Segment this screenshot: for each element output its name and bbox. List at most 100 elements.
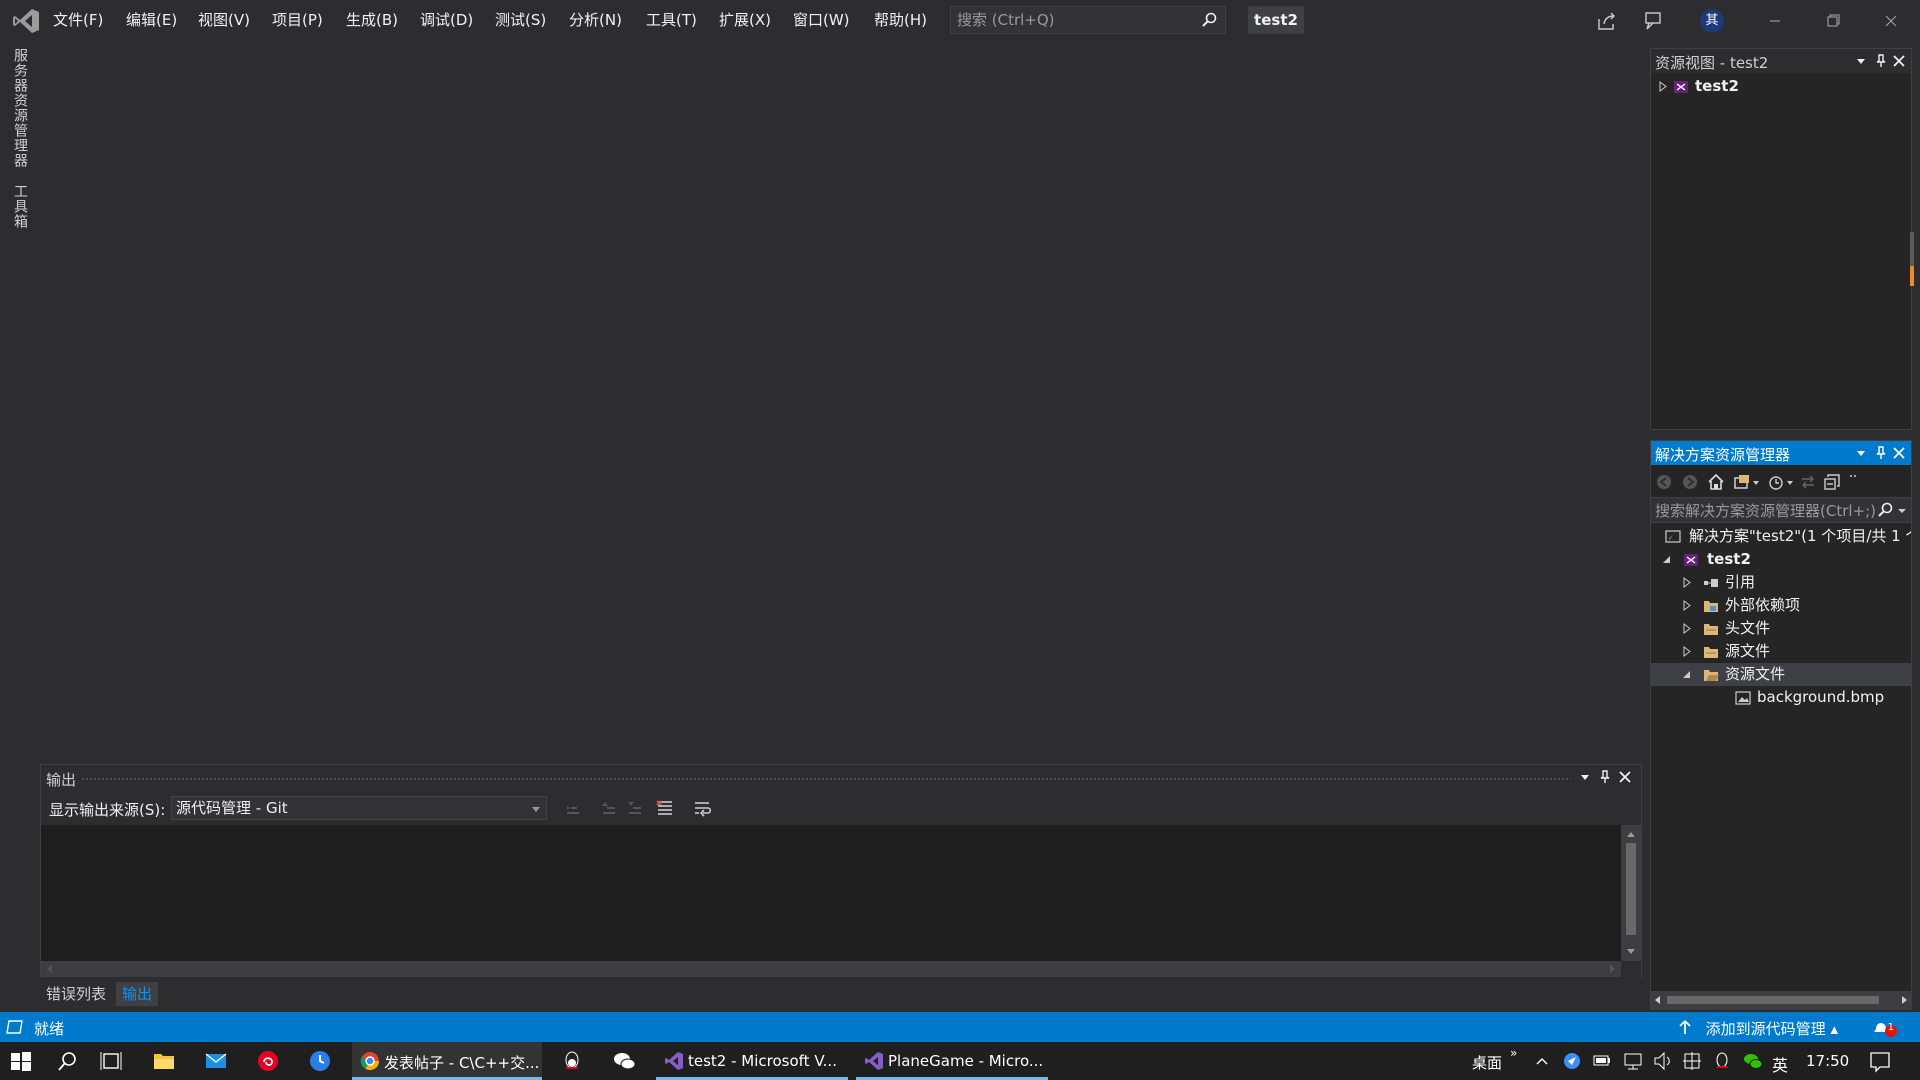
menu-project[interactable]: 项目(P)	[272, 9, 323, 30]
tree-item-resource-files[interactable]: 资源文件	[1651, 663, 1911, 686]
window-position-dropdown-icon[interactable]	[1853, 445, 1869, 461]
tab-output[interactable]: 输出	[116, 982, 159, 1006]
window-position-dropdown-icon[interactable]	[1577, 769, 1593, 785]
scroll-thumb[interactable]	[1626, 843, 1636, 935]
tree-item-source-files[interactable]: 源文件	[1651, 640, 1911, 663]
scroll-right-icon[interactable]	[1897, 991, 1911, 1009]
chevron-up-icon[interactable]	[1534, 1042, 1550, 1080]
go-to-line-icon[interactable]	[563, 798, 583, 818]
qq-icon[interactable]	[560, 1042, 584, 1080]
chevron-down-icon[interactable]	[1785, 473, 1795, 491]
search-input[interactable]	[1655, 502, 1877, 520]
switch-views-icon[interactable]	[1733, 473, 1751, 491]
collapse-all-icon[interactable]	[1823, 473, 1841, 491]
search-icon[interactable]	[1201, 12, 1217, 28]
menu-view[interactable]: 视图(V)	[198, 9, 250, 30]
chevron-down-icon[interactable]	[1897, 506, 1907, 516]
chevron-down-icon[interactable]	[1751, 473, 1761, 491]
close-icon[interactable]	[1891, 445, 1907, 461]
close-icon[interactable]	[1617, 769, 1633, 785]
menu-extensions[interactable]: 扩展(X)	[719, 9, 771, 30]
feedback-icon[interactable]	[1642, 10, 1664, 32]
pending-changes-filter-icon[interactable]	[1767, 473, 1785, 491]
live-share-icon[interactable]	[1596, 10, 1618, 32]
pin-icon[interactable]	[1597, 769, 1613, 785]
minimize-icon[interactable]	[1752, 0, 1798, 42]
pin-icon[interactable]	[1873, 53, 1889, 69]
menu-file[interactable]: 文件(F)	[53, 9, 103, 30]
window-position-dropdown-icon[interactable]	[1853, 53, 1869, 69]
file-explorer-icon[interactable]	[152, 1042, 176, 1080]
tree-item-background-bmp[interactable]: background.bmp	[1651, 686, 1911, 709]
sync-active-document-icon[interactable]	[1799, 473, 1817, 491]
scroll-left-icon[interactable]	[1651, 991, 1665, 1009]
windows-start-icon[interactable]	[10, 1042, 32, 1080]
resource-tree-item[interactable]: test2	[1651, 75, 1911, 98]
output-vertical-scrollbar[interactable]	[1621, 825, 1641, 961]
menu-tools[interactable]: 工具(T)	[646, 9, 697, 30]
back-icon[interactable]	[1655, 473, 1673, 491]
menu-test[interactable]: 测试(S)	[495, 9, 546, 30]
desktop-toolbar-label[interactable]: 桌面	[1472, 1052, 1502, 1073]
home-icon[interactable]	[1707, 473, 1725, 491]
solution-explorer-horizontal-scrollbar[interactable]	[1651, 991, 1911, 1009]
output-source-dropdown[interactable]: 源代码管理 - Git	[171, 796, 547, 820]
output-horizontal-scrollbar[interactable]	[41, 961, 1621, 977]
tab-error-list[interactable]: 错误列表	[40, 982, 112, 1006]
search-icon[interactable]	[56, 1042, 78, 1080]
scroll-right-icon[interactable]	[1605, 961, 1619, 977]
editor-area[interactable]	[40, 42, 1650, 764]
clock-app-icon[interactable]	[308, 1042, 332, 1080]
qq-tray-icon[interactable]	[1712, 1042, 1732, 1080]
menu-window[interactable]: 窗口(W)	[793, 9, 850, 30]
settings-tray-icon[interactable]	[1682, 1042, 1702, 1080]
network-icon[interactable]	[1622, 1042, 1644, 1080]
tree-item-external-deps[interactable]: 外部依赖项	[1651, 594, 1911, 617]
scroll-down-icon[interactable]	[1621, 945, 1641, 959]
notifications-icon[interactable]	[1872, 1016, 1898, 1038]
output-text-area[interactable]	[41, 825, 1621, 961]
volume-icon[interactable]	[1652, 1042, 1674, 1080]
pin-icon[interactable]	[1873, 445, 1889, 461]
taskbar-chrome[interactable]: 发表帖子 - C\C++交...	[352, 1042, 542, 1080]
menu-debug[interactable]: 调试(D)	[420, 9, 473, 30]
menu-build[interactable]: 生成(B)	[346, 9, 398, 30]
chevron-right-icon[interactable]	[1681, 617, 1693, 640]
solution-explorer-search[interactable]	[1651, 497, 1911, 523]
next-message-icon[interactable]	[625, 798, 645, 818]
taskbar-vs-planegame[interactable]: PlaneGame - Micro...	[856, 1042, 1048, 1080]
scroll-thumb[interactable]	[1667, 996, 1879, 1004]
chevron-down-icon[interactable]	[1681, 663, 1693, 686]
tree-item-project[interactable]: test2	[1651, 548, 1911, 571]
restore-icon[interactable]	[1810, 0, 1856, 42]
mail-icon[interactable]	[204, 1042, 228, 1080]
taskbar-vs-test2[interactable]: test2 - Microsoft V...	[656, 1042, 848, 1080]
clear-all-icon[interactable]	[655, 798, 675, 818]
toolbar-expand-icon[interactable]: »	[1510, 1046, 1517, 1060]
search-input[interactable]	[957, 11, 1193, 29]
quick-search[interactable]	[950, 6, 1226, 34]
more-options-icon[interactable]	[1847, 473, 1859, 491]
previous-message-icon[interactable]	[599, 798, 619, 818]
menu-edit[interactable]: 编辑(E)	[126, 9, 177, 30]
toolbox-tab[interactable]: 工具箱	[10, 184, 30, 229]
task-view-icon[interactable]	[100, 1042, 122, 1080]
action-center-icon[interactable]	[1868, 1042, 1892, 1080]
feishu-tray-icon[interactable]	[1562, 1042, 1582, 1080]
add-to-source-control-button[interactable]: 添加到源代码管理 ▴	[1706, 1018, 1838, 1039]
server-explorer-tab[interactable]: 服务器资源管理器	[10, 48, 30, 168]
wechat-icon[interactable]	[612, 1042, 638, 1080]
word-wrap-icon[interactable]	[693, 798, 713, 818]
tree-item-header-files[interactable]: 头文件	[1651, 617, 1911, 640]
input-method-indicator[interactable]: 英	[1772, 1052, 1788, 1076]
close-icon[interactable]	[1891, 53, 1907, 69]
tree-item-solution[interactable]: 解决方案"test2"(1 个项目/共 1 个	[1651, 525, 1911, 548]
scroll-up-icon[interactable]	[1621, 827, 1641, 841]
clock-time[interactable]: 17:50	[1806, 1052, 1849, 1070]
wechat-tray-icon[interactable]	[1742, 1042, 1764, 1080]
battery-icon[interactable]	[1592, 1042, 1612, 1080]
tree-item-references[interactable]: 引用	[1651, 571, 1911, 594]
chevron-right-icon[interactable]	[1681, 571, 1693, 594]
output-window-icon[interactable]	[6, 1019, 24, 1035]
chevron-right-icon[interactable]	[1657, 75, 1669, 98]
